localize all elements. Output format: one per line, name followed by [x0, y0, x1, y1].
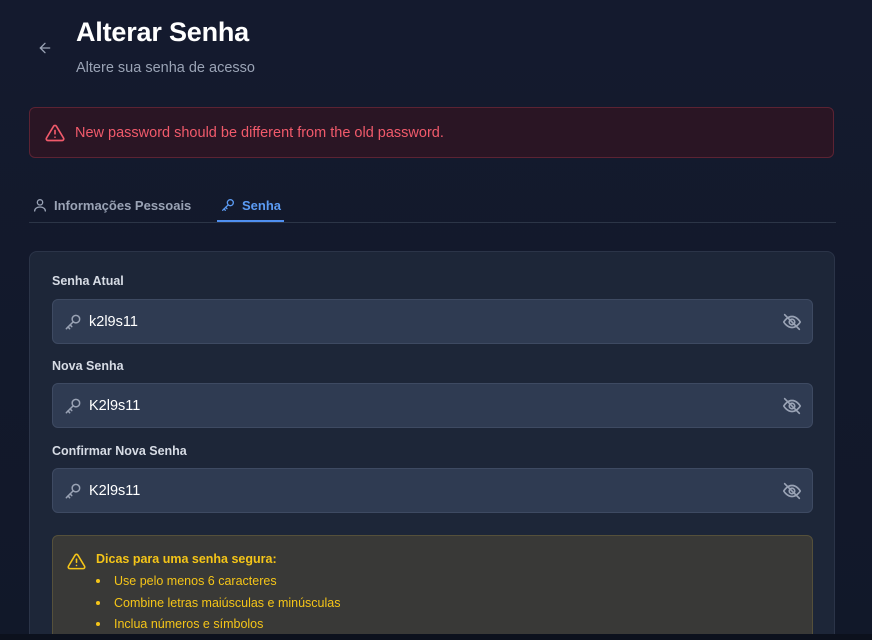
back-button[interactable] — [33, 36, 57, 60]
password-tips-box: Dicas para uma senha segura: Use pelo me… — [52, 535, 813, 640]
eye-off-icon[interactable] — [781, 480, 803, 502]
warning-triangle-icon — [67, 552, 86, 571]
arrow-left-icon — [37, 40, 53, 56]
error-alert-message: New password should be different from th… — [75, 124, 444, 141]
confirm-password-input[interactable] — [89, 469, 769, 512]
user-icon — [32, 197, 48, 213]
key-icon — [63, 396, 83, 416]
error-alert: New password should be different from th… — [29, 107, 834, 158]
bottom-edge — [0, 634, 872, 640]
tab-personal-info[interactable]: Informações Pessoais — [32, 189, 191, 221]
new-password-input[interactable] — [89, 384, 769, 427]
tab-label: Senha — [242, 197, 282, 213]
tab-label: Informações Pessoais — [54, 197, 192, 213]
page-title: Alterar Senha — [76, 17, 249, 47]
eye-off-icon[interactable] — [781, 395, 803, 417]
current-password-input[interactable] — [89, 300, 769, 343]
page-subtitle: Altere sua senha de acesso — [76, 60, 255, 76]
current-password-field — [52, 299, 813, 344]
tab-password[interactable]: Senha — [217, 189, 285, 222]
key-icon — [220, 197, 236, 213]
new-password-field — [52, 383, 813, 428]
key-icon — [63, 312, 83, 332]
list-item: Use pelo menos 6 caracteres — [96, 573, 340, 595]
warning-triangle-icon — [45, 123, 65, 143]
tips-list: Use pelo menos 6 caracteres Combine letr… — [96, 573, 340, 638]
eye-off-icon[interactable] — [781, 311, 803, 333]
key-icon — [63, 481, 83, 501]
tips-title: Dicas para uma senha segura: — [96, 552, 277, 566]
new-password-label: Nova Senha — [52, 359, 124, 373]
confirm-password-label: Confirmar Nova Senha — [52, 444, 187, 458]
current-password-label: Senha Atual — [52, 274, 124, 288]
change-password-page: Alterar Senha Altere sua senha de acesso… — [0, 0, 872, 640]
confirm-password-field — [52, 468, 813, 513]
tab-bar: Informações Pessoais Senha — [29, 189, 836, 223]
list-item: Combine letras maiúsculas e minúsculas — [96, 595, 340, 617]
